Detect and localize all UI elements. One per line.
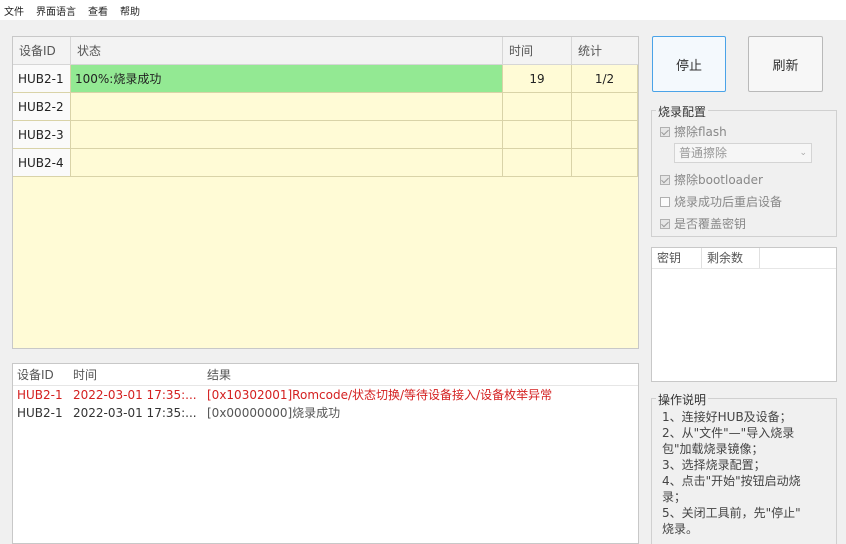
instruction-line: 烧录。 [662,522,699,536]
instruction-line: 录； [662,490,687,504]
time-cell [503,149,572,176]
menu-view[interactable]: 查看 [88,3,108,18]
overwrite-key-checkbox[interactable]: 是否覆盖密钥 [660,215,746,232]
instruction-line: 5、关闭工具前，先"停止" [662,506,801,520]
key-table-header: 密钥 剩余数 [652,248,836,269]
table-row[interactable]: HUB2-2 [13,93,638,121]
restart-after-label: 烧录成功后重启设备 [674,195,783,209]
log-device-id: HUB2-1 [17,388,63,402]
key-table[interactable]: 密钥 剩余数 [651,247,837,382]
count-cell [572,93,638,120]
instruction-line: 包"加载烧录镜像； [662,442,764,456]
col-count[interactable]: 统计 [572,37,638,64]
col-status[interactable]: 状态 [71,37,503,64]
device-id-cell: HUB2-1 [13,65,71,92]
instructions-title: 操作说明 [656,391,709,408]
device-table: 设备ID 状态 时间 统计 HUB2-1 100%:烧录成功 19 1/2 HU… [12,36,639,349]
menu-bar: 文件 界面语言 查看 帮助 [0,0,846,20]
refresh-button[interactable]: 刷新 [748,36,823,92]
menu-language[interactable]: 界面语言 [36,3,76,18]
log-col-device-id[interactable]: 设备ID [13,364,69,385]
time-cell: 19 [503,65,572,92]
instructions-group: 操作说明 1、连接好HUB及设备； 2、从"文件"—"导入烧录 包"加载烧录镜像… [651,391,837,544]
col-time[interactable]: 时间 [503,37,572,64]
erase-mode-select[interactable]: 普通擦除 ⌄ [674,143,812,163]
log-row[interactable]: HUB2-1 2022-03-01 17:35:... [0x00000000]… [13,404,638,422]
log-col-time[interactable]: 时间 [69,364,203,385]
log-col-result[interactable]: 结果 [203,364,638,385]
key-col-key[interactable]: 密钥 [652,248,702,268]
table-row[interactable]: HUB2-3 [13,121,638,149]
instruction-line: 4、点击"开始"按钮启动烧 [662,474,801,488]
col-device-id[interactable]: 设备ID [13,37,71,64]
checkbox-unchecked-icon [660,196,670,207]
log-row[interactable]: HUB2-1 2022-03-01 17:35:... [0x10302001]… [13,386,638,404]
checkbox-checked-icon [660,126,670,137]
device-table-header: 设备ID 状态 时间 统计 [13,37,638,65]
erase-flash-checkbox[interactable]: 擦除flash [660,123,727,140]
instruction-line: 3、选择烧录配置； [662,458,766,472]
erase-bootloader-label: 擦除bootloader [674,173,763,187]
log-table-header: 设备ID 时间 结果 [13,364,638,386]
log-device-id: HUB2-1 [17,406,63,420]
log-result: [0x00000000]烧录成功 [207,406,341,420]
menu-help[interactable]: 帮助 [120,3,140,18]
log-time: 2022-03-01 17:35:... [73,388,197,402]
count-cell: 1/2 [572,65,638,92]
time-cell [503,121,572,148]
stop-button[interactable]: 停止 [652,36,726,92]
device-id-cell: HUB2-3 [13,121,71,148]
count-cell [572,121,638,148]
log-time: 2022-03-01 17:35:... [73,406,197,420]
table-row[interactable]: HUB2-1 100%:烧录成功 19 1/2 [13,65,638,93]
device-id-cell: HUB2-4 [13,149,71,176]
checkbox-checked-icon [660,218,670,229]
chevron-down-icon: ⌄ [799,148,807,158]
burn-config-title: 烧录配置 [656,103,709,120]
erase-mode-value: 普通擦除 [679,146,728,160]
overwrite-key-label: 是否覆盖密钥 [674,217,747,231]
erase-bootloader-checkbox[interactable]: 擦除bootloader [660,171,763,188]
instruction-line: 2、从"文件"—"导入烧录 [662,426,795,440]
erase-flash-label: 擦除flash [674,125,727,139]
table-row[interactable]: HUB2-4 [13,149,638,177]
instructions-text: 1、连接好HUB及设备； 2、从"文件"—"导入烧录 包"加载烧录镜像； 3、选… [662,409,832,537]
count-cell [572,149,638,176]
status-cell [71,93,503,120]
restart-after-checkbox[interactable]: 烧录成功后重启设备 [660,193,782,210]
burn-config-group: 烧录配置 擦除flash 普通擦除 ⌄ 擦除bootloader 烧录成功后重启… [651,103,837,237]
instruction-line: 1、连接好HUB及设备； [662,410,792,424]
checkbox-checked-icon [660,174,670,185]
log-result: [0x10302001]Romcode/状态切换/等待设备接入/设备枚举异常 [207,388,553,402]
menu-file[interactable]: 文件 [4,3,24,18]
status-cell: 100%:烧录成功 [71,65,503,92]
time-cell [503,93,572,120]
device-id-cell: HUB2-2 [13,93,71,120]
log-table[interactable]: 设备ID 时间 结果 HUB2-1 2022-03-01 17:35:... [… [12,363,639,544]
key-col-remaining[interactable]: 剩余数 [702,248,760,268]
status-cell [71,149,503,176]
status-cell [71,121,503,148]
